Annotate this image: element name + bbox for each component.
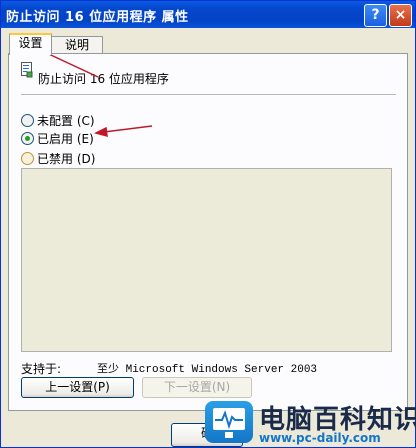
pulse-icon [215,410,243,430]
supported-on: 支持于: 至少 Microsoft Windows Server 2003 [21,360,317,377]
supported-label: 支持于: [21,362,62,376]
radio-button[interactable] [21,132,34,145]
policy-name: 防止访问 16 位应用程序 [38,72,169,86]
site-watermark: 电脑百科知识 www.pc-daily.com [205,383,416,448]
setting-description-area [21,168,392,352]
settings-panel: 防止访问 16 位应用程序 未配置 (C) 已启用 (E) 已禁用 (D) 支持… [8,53,408,411]
radio-not-configured[interactable]: 未配置 (C) [21,112,95,128]
tab-settings[interactable]: 设置 [9,33,52,55]
radio-label-disabled: 已禁用 (D) [37,152,96,166]
radio-disabled[interactable]: 已禁用 (D) [21,150,96,166]
divider [21,94,396,95]
close-button[interactable]: × [389,4,412,27]
radio-button[interactable] [21,152,34,165]
help-button[interactable]: ? [364,4,387,27]
window-title: 防止访问 16 位应用程序 属性 [6,10,189,25]
supported-value: 至少 Microsoft Windows Server 2003 [97,364,318,376]
title-bar[interactable]: 防止访问 16 位应用程序 属性 ? × [1,1,415,28]
monitor-logo-icon [205,401,253,443]
radio-label-enabled: 已启用 (E) [37,132,94,146]
policy-setting-icon [21,62,33,78]
radio-enabled[interactable]: 已启用 (E) [21,130,94,146]
previous-setting-button[interactable]: 上一设置(P) [21,377,134,398]
radio-button[interactable] [21,114,34,127]
watermark-url: www.pc-daily.com [259,431,381,445]
properties-dialog: 防止访问 16 位应用程序 属性 ? × 设置 说明 防止访问 16 位应用程序… [0,0,416,448]
radio-label-not-configured: 未配置 (C) [37,114,95,128]
